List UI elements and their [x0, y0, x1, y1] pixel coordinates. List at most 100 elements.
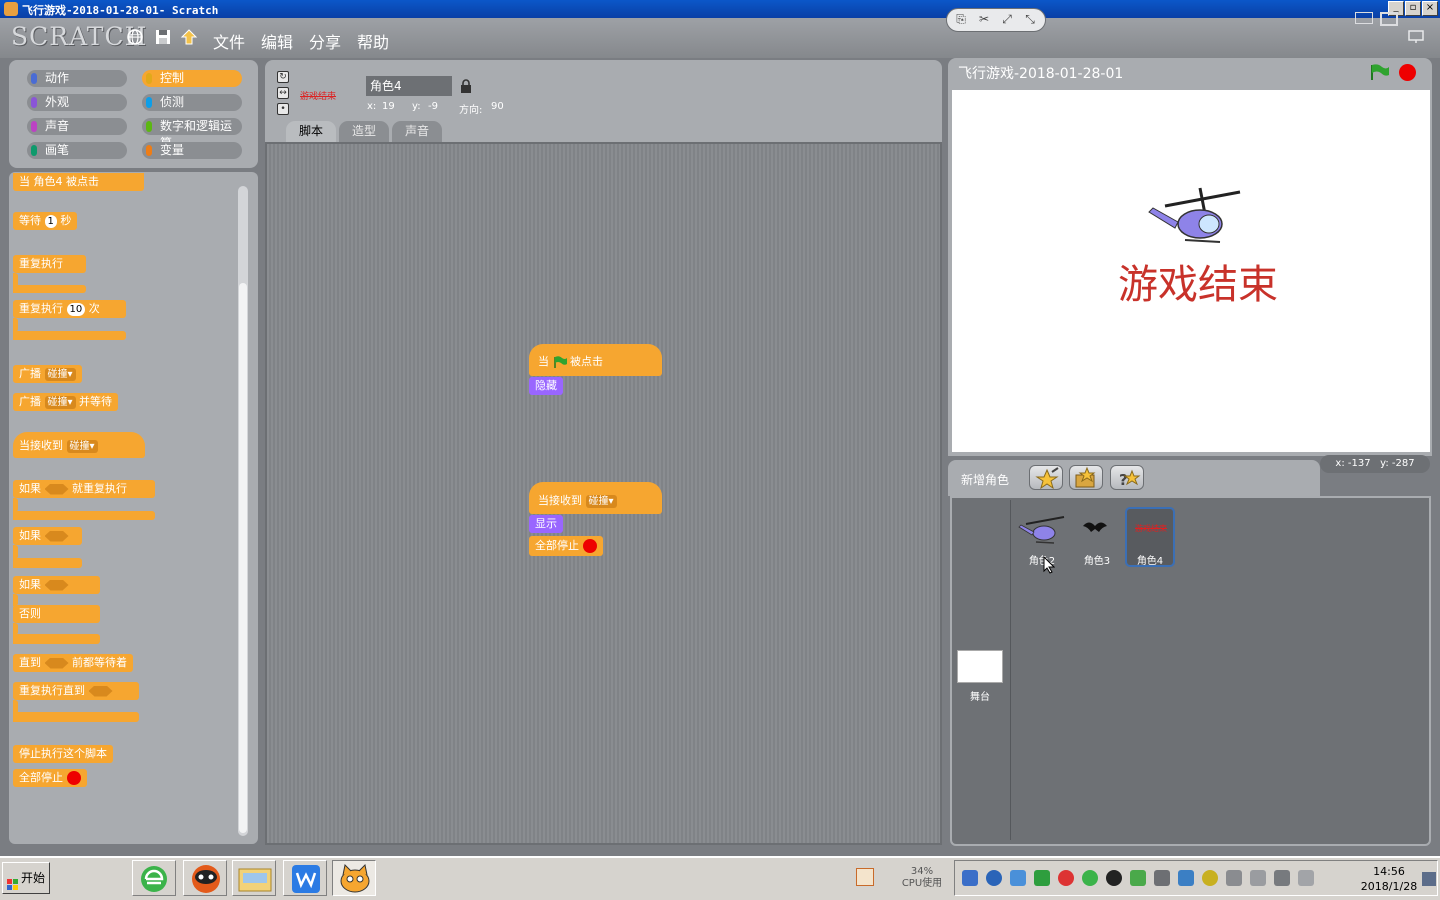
block-broadcast-and-wait[interactable]: 广播 碰撞▾ 并等待: [13, 393, 119, 411]
stage-label[interactable]: 舞台: [958, 688, 1002, 703]
block-when-i-receive[interactable]: 当接收到 碰撞▾: [13, 432, 145, 458]
script2-message-dropdown[interactable]: 碰撞▾: [585, 494, 617, 508]
taskbar-clock[interactable]: 14:56 2018/1/28: [1356, 864, 1422, 894]
tray-network-icon[interactable]: [986, 870, 1002, 886]
choose-sprite-from-file-button[interactable]: [1069, 465, 1103, 490]
tray-tools-icon[interactable]: [1178, 870, 1194, 886]
taskbar-folder-icon[interactable]: [232, 860, 276, 896]
tray-speaker-icon[interactable]: [1298, 870, 1314, 886]
sprite-thumb-helicopter[interactable]: [1018, 514, 1066, 546]
paint-new-sprite-button[interactable]: [1029, 465, 1063, 490]
script1-when-flag-clicked[interactable]: 当 被点击: [529, 344, 662, 376]
green-flag-button[interactable]: [1370, 64, 1390, 80]
condition-slot[interactable]: [44, 483, 69, 495]
share-upload-icon[interactable]: [180, 28, 198, 46]
block-forever[interactable]: 重复执行: [13, 255, 86, 273]
block-broadcast[interactable]: 广播 碰撞▾: [13, 365, 82, 383]
block-repeat[interactable]: 重复执行 10 次: [13, 300, 126, 318]
grow-icon[interactable]: ⤢: [998, 12, 1016, 28]
menu-help[interactable]: 帮助: [357, 29, 389, 53]
taskbar-scratch-icon[interactable]: [332, 860, 376, 896]
broadcast-message-dropdown[interactable]: 碰撞▾: [44, 367, 76, 381]
maximize-button[interactable]: ▫: [1405, 1, 1421, 16]
close-button[interactable]: ×: [1422, 1, 1438, 16]
sprite-thumb-bird[interactable]: [1082, 518, 1108, 538]
block-if-else[interactable]: 如果: [13, 576, 100, 594]
script2-show-block[interactable]: 显示: [529, 515, 563, 533]
tray-check-icon[interactable]: [1130, 870, 1146, 886]
globe-language-icon[interactable]: [126, 28, 144, 46]
stop-button[interactable]: [1399, 64, 1416, 81]
category-motion[interactable]: 动作: [27, 70, 127, 87]
tab-scripts[interactable]: 脚本: [286, 121, 336, 142]
block-wait[interactable]: 等待 1 秒: [13, 212, 78, 230]
sprite-label-3[interactable]: 角色3: [1075, 552, 1119, 567]
category-variables[interactable]: 变量: [142, 142, 242, 159]
helicopter-sprite[interactable]: [1145, 186, 1245, 250]
script2-when-i-receive[interactable]: 当接收到 碰撞▾: [529, 482, 662, 514]
tray-security-icon[interactable]: [1202, 870, 1218, 886]
menu-edit[interactable]: 编辑: [261, 29, 293, 53]
category-pen[interactable]: 画笔: [27, 142, 127, 159]
delete-scissors-icon[interactable]: ✂: [975, 12, 993, 28]
tray-pin-icon[interactable]: [1226, 870, 1242, 886]
block-forever-if[interactable]: 如果 就重复执行: [13, 480, 155, 498]
taskbar-wps-icon[interactable]: [283, 860, 327, 896]
script2-stop-all-block[interactable]: 全部停止: [529, 536, 603, 556]
no-rotate-icon[interactable]: •: [277, 103, 289, 115]
condition-slot[interactable]: [44, 579, 69, 591]
condition-slot[interactable]: [44, 657, 69, 669]
small-stage-view-icon[interactable]: [1355, 12, 1373, 24]
presentation-mode-icon[interactable]: [1408, 30, 1426, 48]
tray-device-icon[interactable]: [1274, 870, 1290, 886]
duplicate-stamp-icon[interactable]: ⎘: [952, 12, 970, 28]
show-desktop-icon[interactable]: [1422, 872, 1436, 886]
category-sound[interactable]: 声音: [27, 118, 127, 135]
normal-stage-view-icon[interactable]: [1380, 12, 1398, 26]
repeat-count-input[interactable]: 10: [66, 302, 86, 316]
save-disk-icon[interactable]: [154, 28, 172, 46]
menu-share[interactable]: 分享: [309, 29, 341, 53]
category-operators[interactable]: 数字和逻辑运算: [142, 118, 242, 150]
condition-slot[interactable]: [44, 530, 69, 542]
block-stop-all[interactable]: 全部停止: [13, 769, 87, 787]
receive-message-dropdown[interactable]: 碰撞▾: [66, 439, 98, 453]
shrink-icon[interactable]: ⤡: [1021, 12, 1039, 28]
sprite-thumb-selected[interactable]: 游戏结束 角色4: [1125, 507, 1175, 567]
flip-leftright-icon[interactable]: ↔: [277, 87, 289, 99]
tray-users-icon[interactable]: [1154, 870, 1170, 886]
broadcast-wait-message-dropdown[interactable]: 碰撞▾: [44, 395, 76, 409]
tab-sounds[interactable]: 声音: [392, 121, 442, 142]
script1-hide-block[interactable]: 隐藏: [529, 377, 563, 395]
tray-cube-icon[interactable]: [1010, 870, 1026, 886]
category-sensing[interactable]: 侦测: [142, 94, 242, 111]
block-wait-until[interactable]: 直到 前都等待着: [13, 654, 133, 672]
rotate-free-icon[interactable]: ↻: [277, 71, 289, 83]
palette-scrollbar-thumb[interactable]: [239, 283, 247, 833]
sprite-label-2[interactable]: 角色2: [1020, 552, 1064, 567]
block-when-sprite-clicked[interactable]: 当 角色4 被点击: [13, 173, 144, 191]
category-looks[interactable]: 外观: [27, 94, 127, 111]
taskbar-cartoon-app-icon[interactable]: [183, 860, 227, 896]
tray-browser-icon[interactable]: [1082, 870, 1098, 886]
random-sprite-button[interactable]: ?: [1110, 465, 1144, 490]
tray-antivirus-icon[interactable]: [1058, 870, 1074, 886]
block-if[interactable]: 如果: [13, 527, 82, 545]
block-stop-script[interactable]: 停止执行这个脚本: [13, 745, 113, 763]
taskbar-browser-icon[interactable]: [132, 860, 176, 896]
stage-thumbnail[interactable]: [957, 650, 1003, 683]
tray-display-icon[interactable]: [962, 870, 978, 886]
category-control[interactable]: 控制: [142, 70, 242, 87]
wait-seconds-input[interactable]: 1: [44, 214, 57, 228]
start-button[interactable]: 开始: [2, 862, 50, 894]
tray-qq-icon[interactable]: [1106, 870, 1122, 886]
block-repeat-until[interactable]: 重复执行直到: [13, 682, 139, 700]
tray-battery-icon[interactable]: [1034, 870, 1050, 886]
taskbar-quicklaunch-icon[interactable]: [856, 868, 874, 886]
sprite-name-field[interactable]: 角色4: [366, 76, 452, 96]
menu-file[interactable]: 文件: [213, 29, 245, 53]
tray-volume-icon[interactable]: [1250, 870, 1266, 886]
condition-slot[interactable]: [88, 685, 113, 697]
lock-icon[interactable]: [460, 79, 472, 93]
tab-costumes[interactable]: 造型: [339, 121, 389, 142]
